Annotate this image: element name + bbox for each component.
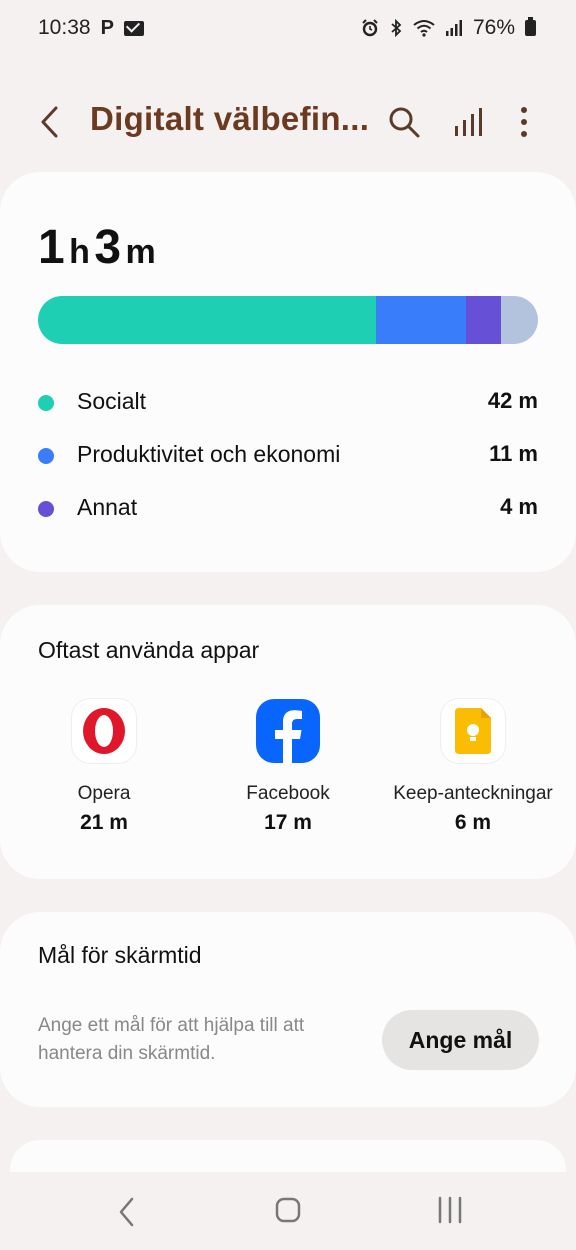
status-right: 76%: [361, 16, 536, 40]
legend-label: Produktivitet och ekonomi: [77, 441, 341, 467]
legend-row-socialt: Socialt 42 m: [38, 380, 538, 433]
total-screen-time: 1 h 3 m: [38, 220, 156, 275]
status-left: 10:38 P: [38, 16, 144, 40]
opera-icon: [72, 699, 136, 763]
wifi-icon: [413, 20, 435, 37]
set-goal-button[interactable]: Ange mål: [382, 1010, 539, 1070]
usage-card[interactable]: 1 h 3 m Socialt 42 m Produktivitet och e…: [0, 172, 576, 572]
status-time: 10:38: [38, 16, 91, 39]
nav-home-icon[interactable]: [274, 1196, 302, 1224]
total-hours: 1: [38, 221, 65, 274]
app-time: 17 m: [264, 811, 312, 834]
bluetooth-icon: [391, 19, 402, 37]
apps-row: Opera 21 m Facebook 17 m Keep-anteckning…: [0, 699, 576, 849]
legend-dot-socialt: [38, 395, 54, 411]
app-item-facebook[interactable]: Facebook 17 m: [193, 699, 383, 835]
p-notification-icon: P: [100, 16, 114, 39]
legend-row-produktivitet: Produktivitet och ekonomi 11 m: [38, 433, 538, 486]
app-item-opera[interactable]: Opera 21 m: [9, 699, 199, 835]
bar-chart-icon[interactable]: [453, 106, 483, 138]
section-heading: Oftast använda appar: [38, 637, 260, 663]
search-icon[interactable]: [388, 106, 420, 138]
legend-dot-annat: [38, 501, 54, 517]
legend-value: 11 m: [489, 441, 538, 466]
navigation-bar: [0, 1172, 576, 1250]
most-used-apps-card: Oftast använda appar Opera 21 m Facebook…: [0, 605, 576, 879]
facebook-icon: [256, 699, 320, 763]
battery-percent: 76%: [472, 16, 515, 39]
legend-value: 4 m: [500, 494, 538, 519]
legend-label: Socialt: [77, 388, 147, 414]
legend-row-annat: Annat 4 m: [38, 486, 538, 539]
keep-notes-icon: [441, 699, 505, 763]
usage-bar: [38, 296, 538, 344]
battery-icon: [525, 17, 536, 36]
usage-bar-other: [500, 296, 538, 344]
legend-value: 42 m: [487, 388, 538, 413]
usage-bar-produktivitet: [375, 296, 466, 344]
nav-back-icon[interactable]: [116, 1196, 138, 1228]
goal-description: Ange ett mål för att hjälpa till att han…: [38, 1015, 305, 1064]
nav-recents-icon[interactable]: [436, 1196, 464, 1224]
app-bar: Digitalt välbefin...: [0, 88, 576, 156]
status-bar: 10:38 P 76%: [0, 0, 576, 56]
screen-time-goal-card: Mål för skärmtid Ange ett mål för att hj…: [0, 912, 576, 1107]
mail-icon: [123, 20, 144, 36]
app-time: 6 m: [454, 811, 492, 834]
alarm-icon: [362, 19, 378, 37]
total-minutes: 3: [94, 221, 122, 274]
back-icon[interactable]: [36, 104, 66, 140]
legend-label: Annat: [77, 494, 138, 520]
total-hours-unit: h: [69, 233, 90, 271]
total-minutes-unit: m: [125, 233, 156, 271]
section-heading: Mål för skärmtid: [38, 942, 202, 968]
app-time: 21 m: [80, 811, 128, 834]
legend-dot-produktivitet: [38, 448, 54, 464]
usage-bar-annat: [465, 296, 501, 344]
page-title: Digitalt välbefin...: [90, 100, 370, 137]
category-legend: Socialt 42 m Produktivitet och ekonomi 1…: [38, 380, 538, 539]
more-vert-icon[interactable]: [514, 106, 534, 138]
app-name: Opera: [77, 783, 131, 804]
app-item-keep[interactable]: Keep-anteckningar 6 m: [378, 699, 568, 835]
signal-icon: [445, 20, 462, 36]
usage-bar-socialt: [38, 296, 376, 344]
app-name: Keep-anteckningar: [393, 783, 553, 804]
app-name: Facebook: [246, 783, 330, 804]
